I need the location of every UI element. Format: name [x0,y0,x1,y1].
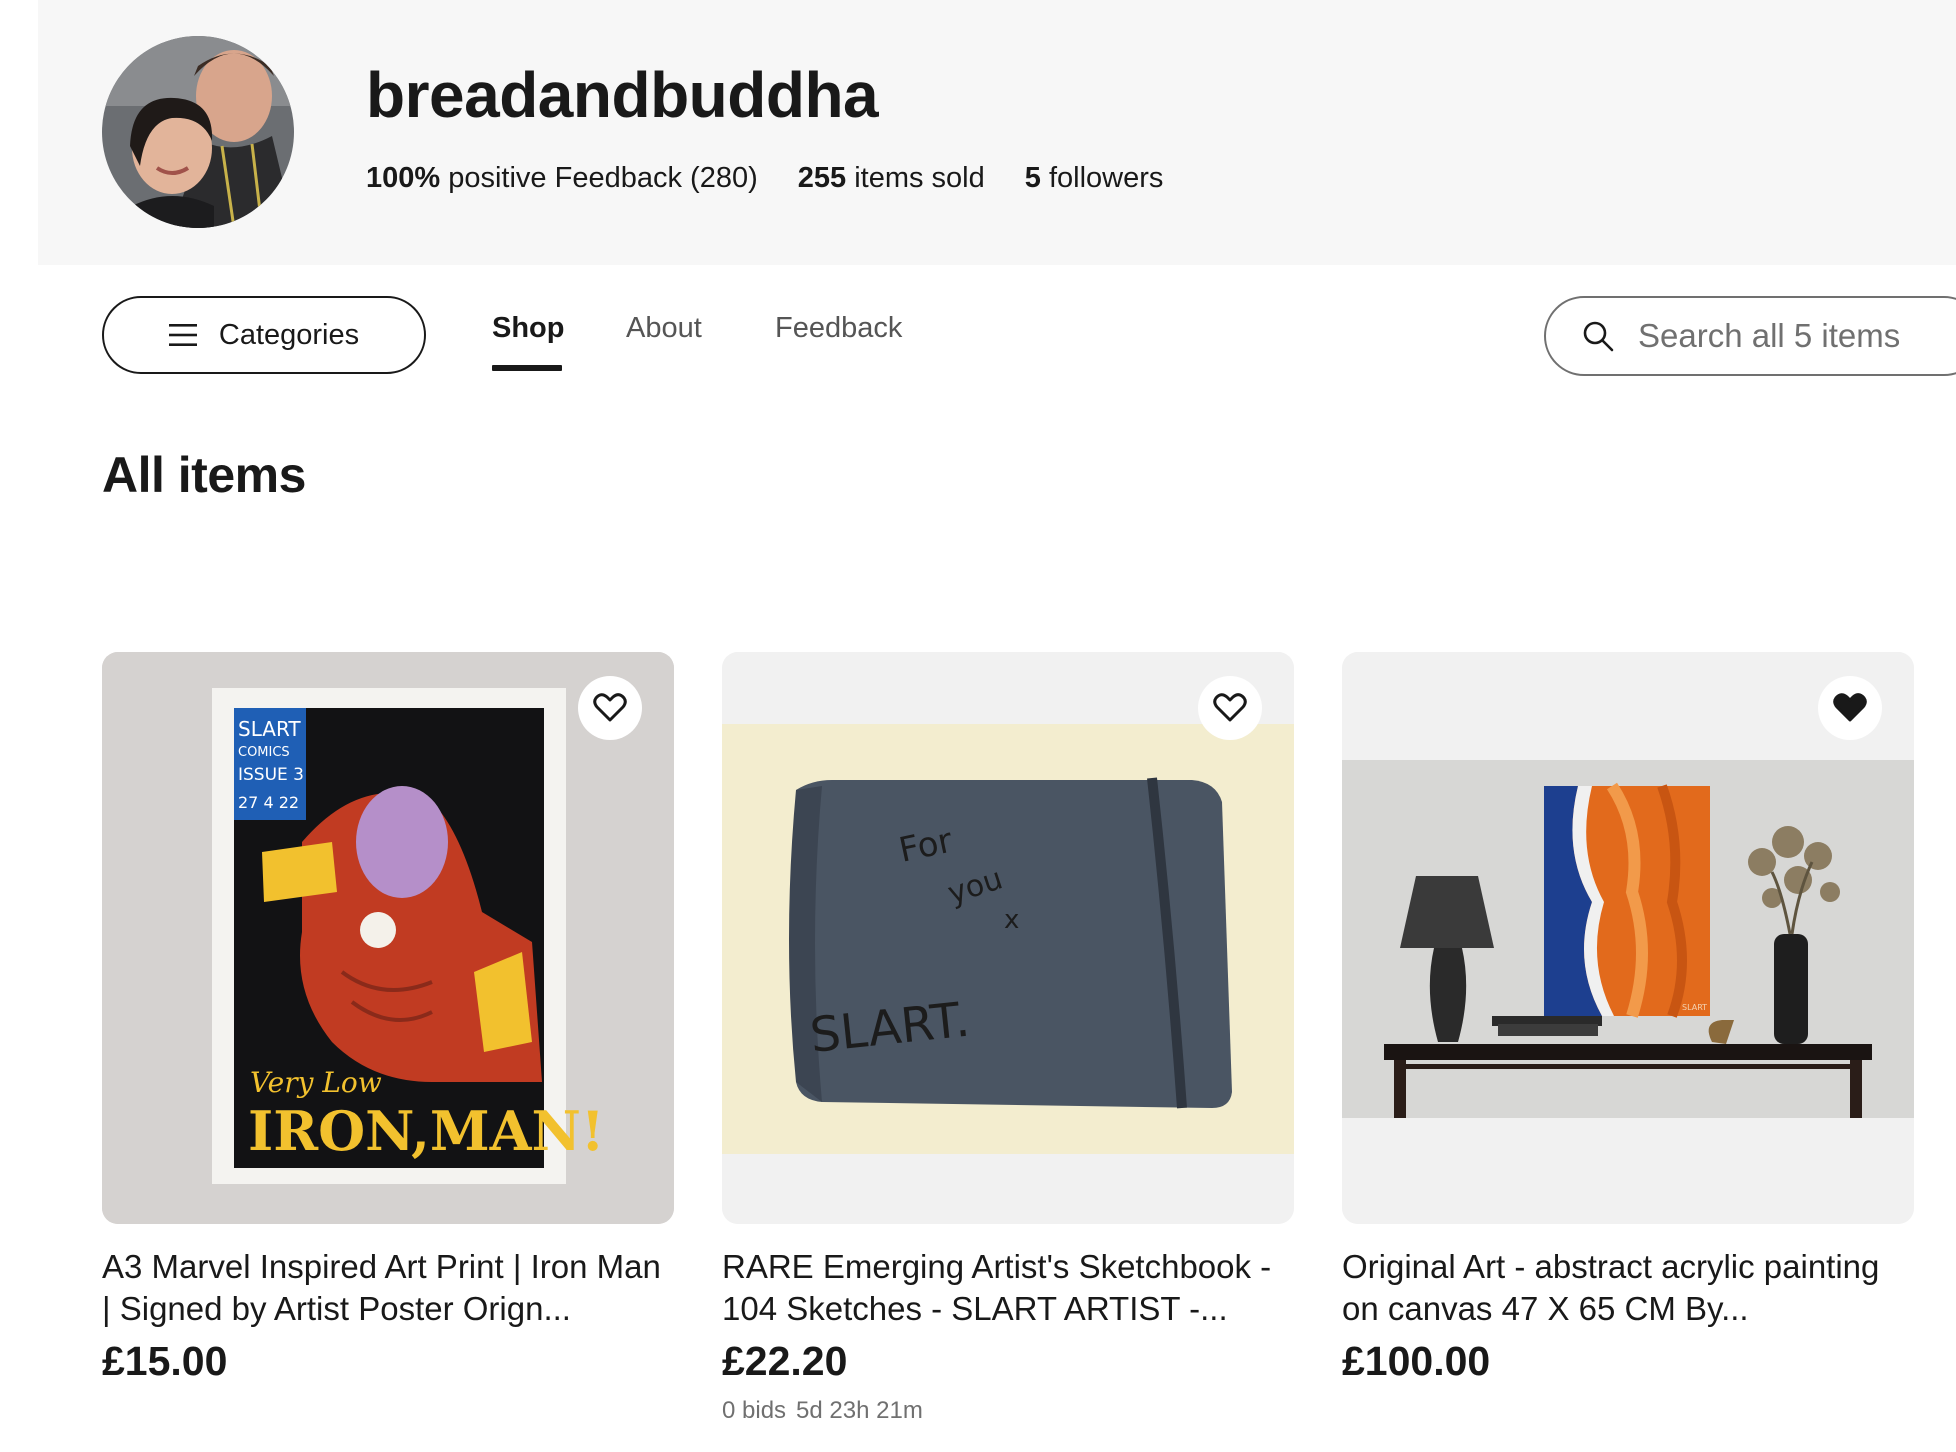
feedback-percent: 100% [366,162,441,194]
watch-button[interactable] [578,676,642,740]
item-card[interactable]: SLART COMICS ISSUE 3 27 4 22 Very Low IR… [102,652,674,1385]
poster-subtitle: Very Low [250,1066,382,1099]
item-price: £100.00 [1342,1338,1491,1384]
search-input[interactable] [1636,316,1956,356]
item-card[interactable]: SLART Original Art - abstract acrylic pa… [1342,652,1914,1385]
watch-button[interactable] [1818,676,1882,740]
seller-name: breadandbuddha [366,59,879,131]
section-title: All items [102,447,306,503]
seller-avatar[interactable] [102,36,294,228]
sketchbook-image: For you x SLART. [722,652,1294,1224]
item-card[interactable]: For you x SLART. RARE Emerging Artist's … [722,652,1294,1425]
comic-line: 27 4 22 [238,793,299,812]
menu-icon [168,324,197,346]
item-title[interactable]: A3 Marvel Inspired Art Print | Iron Man … [102,1246,674,1330]
item-price: £15.00 [102,1338,228,1384]
item-title[interactable]: Original Art - abstract acrylic painting… [1342,1246,1914,1330]
item-image[interactable]: SLART COMICS ISSUE 3 27 4 22 Very Low IR… [102,652,674,1224]
heart-outline-icon [593,693,627,722]
tab-shop[interactable]: Shop [492,312,565,345]
time-left: 5d 23h 21m [796,1397,923,1424]
comic-line: SLART [238,717,301,741]
note-line: x [1004,905,1019,935]
items-sold-text: items sold [854,162,985,194]
comic-line: COMICS [238,745,290,760]
watch-button[interactable] [1198,676,1262,740]
followers-stat[interactable]: 5 followers [1025,162,1164,195]
followers-count: 5 [1024,162,1041,194]
auction-info: 0 bids 5d 23h 21m [722,1397,1294,1425]
item-title[interactable]: RARE Emerging Artist's Sketchbook - 104 … [722,1246,1294,1330]
categories-button[interactable]: Categories [102,296,426,374]
painting-signature: SLART [1682,1003,1707,1012]
item-image[interactable]: For you x SLART. [722,652,1294,1224]
item-price: £22.20 [722,1338,848,1384]
tab-feedback[interactable]: Feedback [775,312,902,345]
abstract-painting-image: SLART [1342,652,1914,1224]
categories-label: Categories [218,318,360,351]
search-icon [1583,321,1614,352]
poster-title: IRON,MAN! [248,1099,605,1163]
items-sold-count: 255 [797,162,847,194]
tab-about[interactable]: About [626,312,702,345]
comic-line: ISSUE 3 [238,765,304,785]
active-tab-indicator [492,365,562,371]
feedback-stat[interactable]: 100% positive Feedback (280) [366,162,758,195]
heart-outline-icon [1213,693,1247,722]
bid-count: 0 bids [722,1397,787,1424]
store-search[interactable] [1544,296,1956,376]
items-sold-stat: 255 items sold [798,162,985,195]
iron-man-poster-image: SLART COMICS ISSUE 3 27 4 22 Very Low IR… [102,652,674,1224]
heart-filled-icon [1833,693,1867,722]
seller-stats: 100% positive Feedback (280) 255 items s… [366,162,1163,195]
seller-header [38,0,1956,265]
followers-text: followers [1048,162,1164,194]
item-image[interactable]: SLART [1342,652,1914,1224]
feedback-text: positive Feedback (280) [448,162,758,194]
